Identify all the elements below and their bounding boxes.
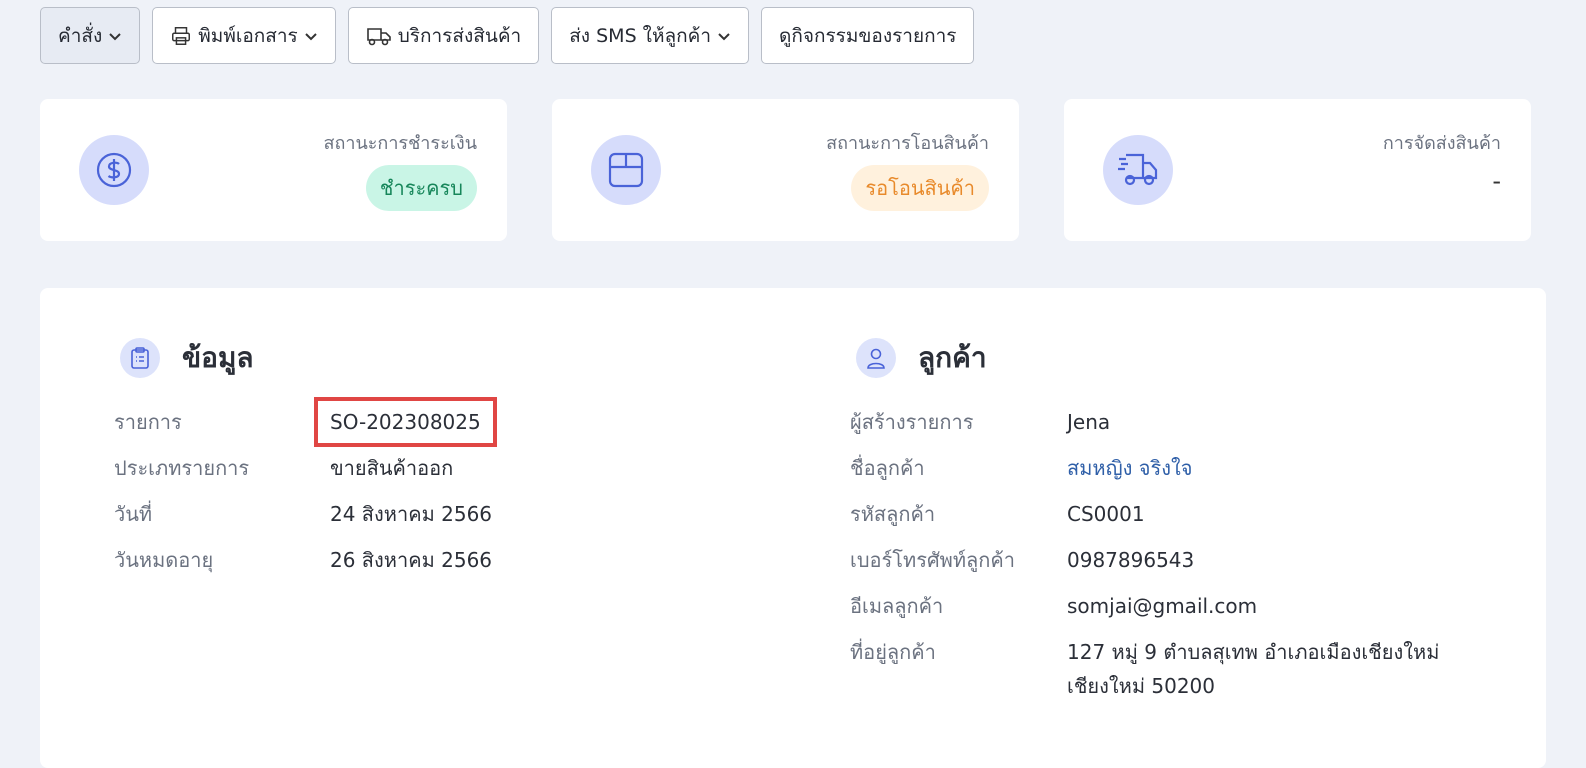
- printer-icon: [172, 26, 191, 45]
- action-toolbar: คำสั่ง พิมพ์เอกสาร บริการส่งสินค้า ส่ง S…: [40, 7, 975, 64]
- print-document-button[interactable]: พิมพ์เอกสาร: [152, 7, 336, 64]
- dollar-circle-icon: [79, 135, 149, 205]
- customer-row-address: ที่อยู่ลูกค้า 127 หมู่ 9 ตำบลสุเทพ อำเภอ…: [850, 635, 1439, 703]
- truck-icon: [366, 27, 391, 45]
- box-icon: [591, 135, 661, 205]
- order-type-value: ขายสินค้าออก: [330, 456, 454, 480]
- send-sms-label: ส่ง SMS ให้ลูกค้า: [569, 24, 711, 47]
- command-dropdown-button[interactable]: คำสั่ง: [40, 7, 141, 64]
- info-row-order-number: รายการ SO-202308025: [114, 397, 497, 451]
- transfer-status-badge: รอโอนสินค้า: [851, 165, 989, 211]
- customer-address-label: ที่อยู่ลูกค้า: [850, 640, 936, 664]
- chevron-down-icon: [109, 32, 121, 40]
- delivery-status-value: -: [1492, 167, 1501, 195]
- expiry-value: 26 สิงหาคม 2566: [330, 548, 493, 572]
- order-number-label: รายการ: [114, 410, 182, 434]
- status-cards: สถานะการชำระเงิน ชำระครบ สถานะการโอนสินค…: [40, 99, 1531, 241]
- view-activity-button[interactable]: ดูกิจกรรมของรายการ: [761, 7, 975, 64]
- customer-row-creator: ผู้สร้างรายการ Jena: [850, 405, 1439, 451]
- print-label: พิมพ์เอกสาร: [198, 24, 298, 47]
- order-detail-panel: ข้อมูล รายการ SO-202308025 ประเภทรายการ …: [40, 288, 1546, 768]
- payment-status-label: สถานะการชำระเงิน: [323, 133, 477, 154]
- chevron-down-icon: [718, 32, 730, 40]
- customer-phone-label: เบอร์โทรศัพท์ลูกค้า: [850, 548, 1015, 572]
- send-sms-button[interactable]: ส่ง SMS ให้ลูกค้า: [551, 7, 749, 64]
- customer-rows: ผู้สร้างรายการ Jena ชื่อลูกค้า สมหญิง จร…: [850, 405, 1439, 703]
- customer-row-name: ชื่อลูกค้า สมหญิง จริงใจ: [850, 451, 1439, 497]
- expiry-label: วันหมดอายุ: [114, 548, 214, 572]
- shipping-service-button[interactable]: บริการส่งสินค้า: [347, 7, 540, 64]
- truck-icon: [1103, 135, 1173, 205]
- customer-address-line2: เชียงใหม่ 50200: [1067, 674, 1216, 698]
- customer-email-value: somjai@gmail.com: [1067, 594, 1258, 618]
- customer-name-link[interactable]: สมหญิง จริงใจ: [1067, 451, 1192, 497]
- transfer-status-label: สถานะการโอนสินค้า: [826, 133, 989, 154]
- date-value: 24 สิงหาคม 2566: [330, 502, 493, 526]
- customer-phone-value: 0987896543: [1067, 548, 1195, 572]
- customer-code-value: CS0001: [1067, 502, 1145, 526]
- transfer-status-card: สถานะการโอนสินค้า รอโอนสินค้า: [552, 99, 1019, 241]
- payment-status-badge: ชำระครบ: [365, 165, 477, 211]
- user-icon: [856, 338, 896, 378]
- info-rows: รายการ SO-202308025 ประเภทรายการ ขายสินค…: [114, 397, 497, 589]
- date-label: วันที่: [114, 502, 153, 526]
- customer-code-label: รหัสลูกค้า: [850, 502, 936, 526]
- chevron-down-icon: [305, 32, 317, 40]
- info-row-order-type: ประเภทรายการ ขายสินค้าออก: [114, 451, 497, 497]
- customer-address-value: 127 หมู่ 9 ตำบลสุเทพ อำเภอเมืองเชียงใหม่…: [1067, 635, 1439, 703]
- info-section-header: ข้อมูล: [120, 336, 254, 380]
- creator-label: ผู้สร้างรายการ: [850, 410, 974, 434]
- clipboard-icon: [120, 338, 160, 378]
- order-type-label: ประเภทรายการ: [114, 456, 250, 480]
- shipping-service-label: บริการส่งสินค้า: [397, 24, 522, 47]
- customer-row-code: รหัสลูกค้า CS0001: [850, 497, 1439, 543]
- customer-email-label: อีเมลลูกค้า: [850, 594, 944, 618]
- customer-name-label: ชื่อลูกค้า: [850, 456, 925, 480]
- customer-address-line1: 127 หมู่ 9 ตำบลสุเทพ อำเภอเมืองเชียงใหม่: [1067, 640, 1440, 664]
- command-label: คำสั่ง: [58, 24, 103, 47]
- delivery-status-label: การจัดส่งสินค้า: [1382, 133, 1501, 154]
- customer-section-header: ลูกค้า: [856, 336, 987, 380]
- info-section-title: ข้อมูล: [182, 341, 254, 374]
- info-row-expiry: วันหมดอายุ 26 สิงหาคม 2566: [114, 543, 497, 589]
- customer-row-phone: เบอร์โทรศัพท์ลูกค้า 0987896543: [850, 543, 1439, 589]
- view-activity-label: ดูกิจกรรมของรายการ: [779, 24, 957, 47]
- customer-section-title: ลูกค้า: [918, 341, 987, 374]
- order-number-value: SO-202308025: [314, 397, 497, 447]
- customer-row-email: อีเมลลูกค้า somjai@gmail.com: [850, 589, 1439, 635]
- payment-status-card: สถานะการชำระเงิน ชำระครบ: [40, 99, 507, 241]
- creator-value: Jena: [1067, 410, 1111, 434]
- delivery-status-card: การจัดส่งสินค้า -: [1064, 99, 1531, 241]
- info-row-date: วันที่ 24 สิงหาคม 2566: [114, 497, 497, 543]
